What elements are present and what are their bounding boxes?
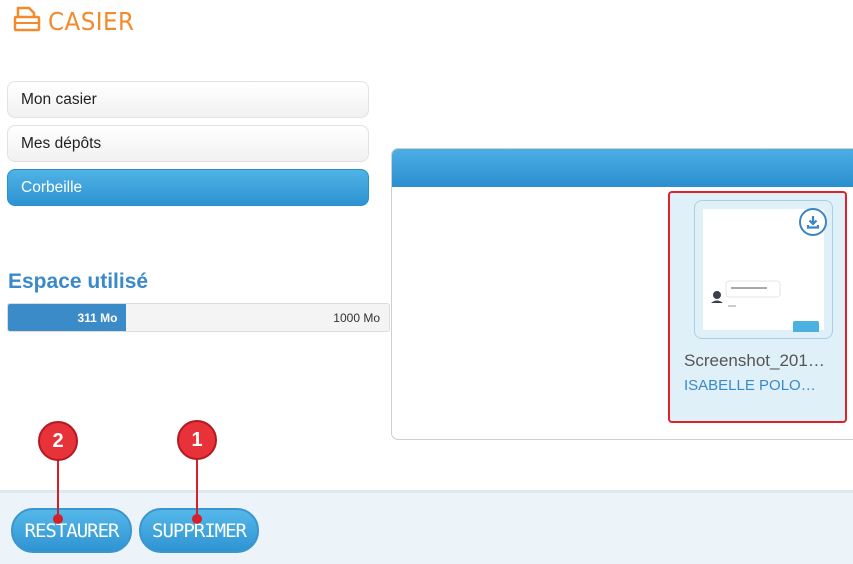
- nav-item-mon-casier[interactable]: Mon casier: [7, 81, 369, 118]
- download-icon[interactable]: [799, 208, 827, 236]
- storage-bar-fill: 311 Mo: [8, 304, 127, 331]
- storage-used-label: 311 Mo: [77, 310, 118, 325]
- marker-dot-1: [192, 514, 202, 524]
- app-title-text: CASIER: [48, 6, 135, 36]
- restore-button[interactable]: RESTAURER: [11, 508, 132, 553]
- sidebar-nav: Mon casier Mes dépôts Corbeille: [7, 81, 369, 213]
- nav-item-corbeille[interactable]: Corbeille: [7, 169, 369, 206]
- marker-badge-1: 1: [177, 420, 217, 460]
- file-owner: ISABELLE POLO…: [684, 377, 816, 394]
- file-card[interactable]: Screenshot_201… ISABELLE POLO…: [668, 191, 847, 423]
- storage-total-label: 1000 Mo: [333, 310, 380, 325]
- app-title: CASIER: [12, 4, 142, 38]
- marker-line-1: [196, 458, 198, 518]
- locker-icon: [12, 5, 42, 38]
- storage-bar: 311 Mo 1000 Mo: [7, 303, 390, 332]
- marker-dot-2: [53, 514, 63, 524]
- marker-line-2: [57, 458, 59, 518]
- marker-badge-2: 2: [38, 421, 78, 461]
- file-name: Screenshot_201…: [684, 351, 825, 370]
- storage-title: Espace utilisé: [8, 270, 149, 293]
- nav-item-mes-depots[interactable]: Mes dépôts: [7, 125, 369, 162]
- panel-header: [392, 149, 853, 187]
- file-thumbnail[interactable]: [694, 200, 833, 339]
